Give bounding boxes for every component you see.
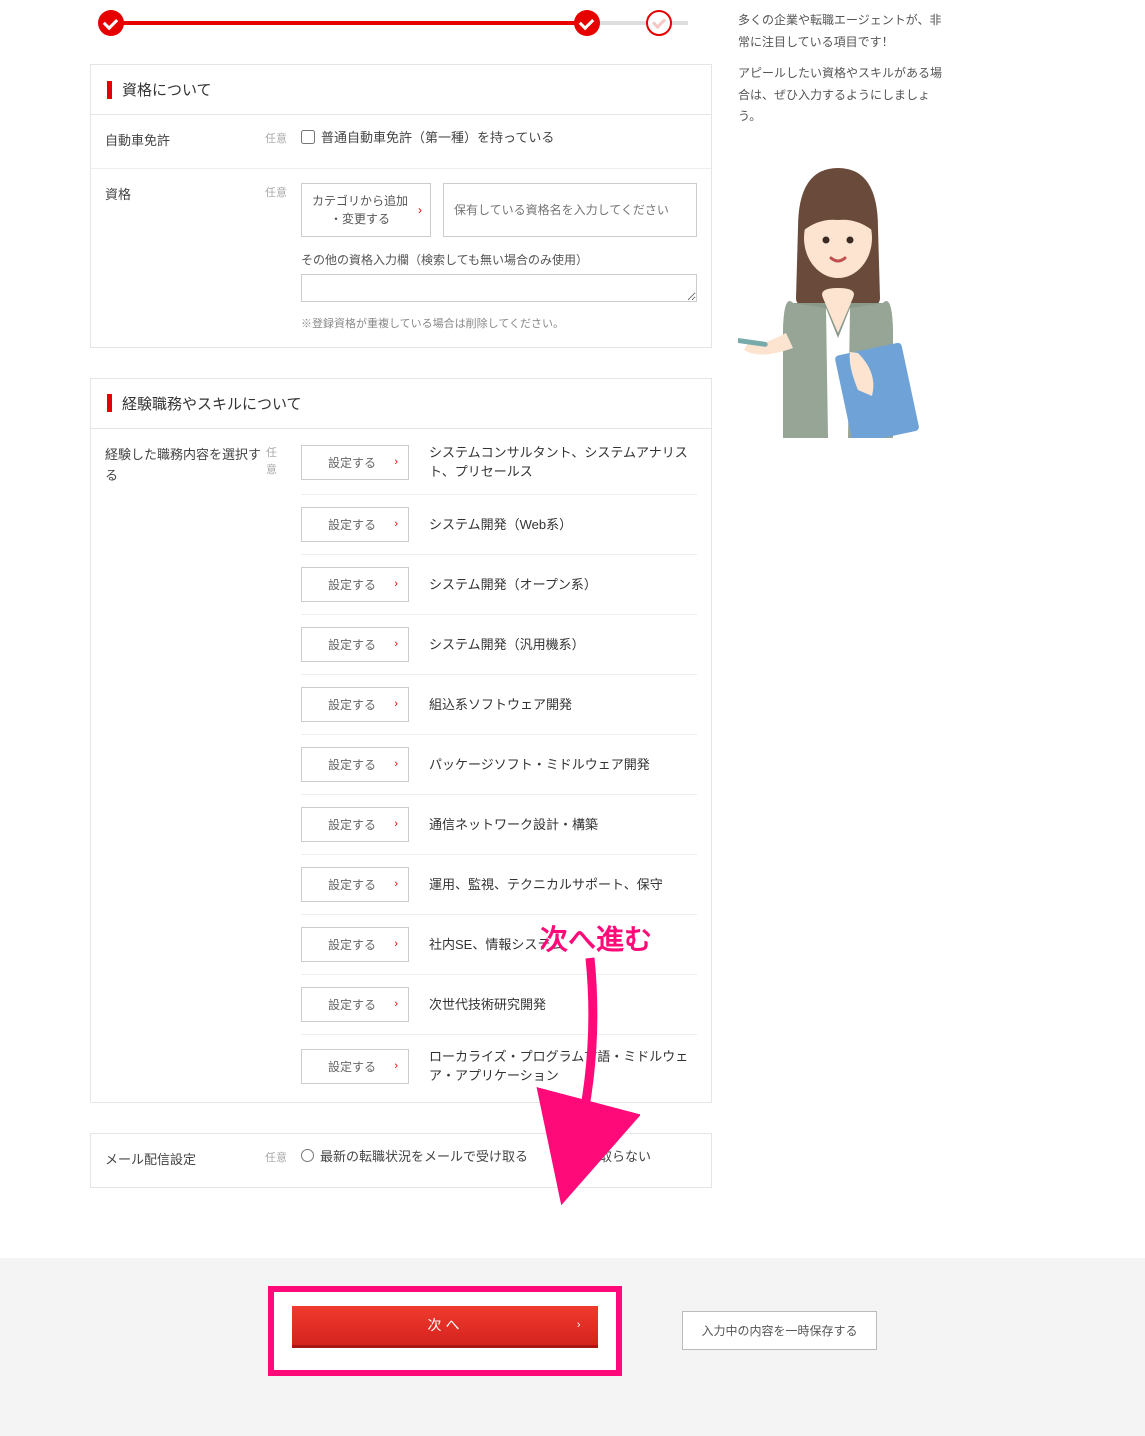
set-skill-button[interactable]: 設定する› [301,507,409,542]
skill-name: パッケージソフト・ミドルウェア開発 [429,755,697,775]
progress-step-2 [574,10,600,36]
set-skill-button[interactable]: 設定する› [301,1049,409,1084]
skills-panel: 経験職務やスキルについて 経験した職務内容を選択する 任意 設定する› システムコ… [90,378,712,1103]
chevron-right-icon: › [577,1319,585,1331]
skill-row: 設定する› 通信ネットワーク設計・構築 [301,795,697,855]
quals-label: 資格 任意 [91,169,301,347]
assistant-illustration [738,138,938,438]
chevron-right-icon: › [394,638,398,650]
license-checkbox[interactable]: 普通自動車免許（第一種）を持っている [301,127,697,146]
skills-title: 経験職務やスキルについて [122,393,302,414]
skill-row: 設定する› 運用、監視、テクニカルサポート、保守 [301,855,697,915]
chevron-right-icon: › [394,818,398,830]
main-column: 資格について 自動車免許 任意 普通自動車免許（第一種）を持っている 資格 任意 [90,10,712,1248]
skill-row: 設定する› システム開発（Web系） [301,495,697,555]
progress-step-1 [98,10,124,36]
chevron-right-icon: › [394,456,398,468]
set-skill-button[interactable]: 設定する› [301,807,409,842]
set-skill-button[interactable]: 設定する› [301,927,409,962]
other-quals-textarea[interactable] [301,274,697,302]
skill-row: 設定する› 次世代技術研究開発 [301,975,697,1035]
add-category-button[interactable]: カテゴリから追加 ・変更する › [301,183,431,237]
next-button[interactable]: 次へ › [292,1306,598,1348]
annotation-overlay: 次へ進む [90,1178,712,1248]
progress-bar [98,10,702,36]
progress-step-3 [646,10,672,36]
skill-row: 設定する› システム開発（汎用機系） [301,615,697,675]
chevron-right-icon: › [394,998,398,1010]
set-skill-button[interactable]: 設定する› [301,445,409,480]
chevron-right-icon: › [394,578,398,590]
chevron-right-icon: › [394,878,398,890]
skill-row: 設定する› 組込系ソフトウェア開発 [301,675,697,735]
skill-list: 設定する›システムコンサルタント、システムアナリスト、プリセールス設定する›シス… [301,441,697,1086]
skill-name: システムコンサルタント、システムアナリスト、プリセールス [429,443,697,482]
skill-name: システム開発（オープン系） [429,575,697,595]
license-label: 自動車免許 任意 [91,115,301,168]
save-draft-button[interactable]: 入力中の内容を一時保存する [682,1311,876,1350]
qualifications-panel: 資格について 自動車免許 任意 普通自動車免許（第一種）を持っている 資格 任意 [90,64,712,348]
skills-heading: 経験職務やスキルについて [91,379,711,429]
side-column: 多くの企業や転職エージェントが、非常に注目している項目です！ アピールしたい資格… [738,10,948,438]
side-text-2: アピールしたい資格やスキルがある場合は、ぜひ入力するようにしましょう。 [738,63,948,128]
qualifications-heading: 資格について [91,65,711,115]
skill-row: 設定する› 社内SE、情報システム [301,915,697,975]
skill-row: 設定する› システムコンサルタント、システムアナリスト、プリセールス [301,441,697,495]
footer-bar: 次へ › 入力中の内容を一時保存する [0,1258,1145,1436]
set-skill-button[interactable]: 設定する› [301,567,409,602]
set-skill-button[interactable]: 設定する› [301,867,409,902]
skill-name: ローカライズ・プログラム言語・ミドルウェア・アプリケーション [429,1047,697,1086]
chevron-right-icon: › [394,518,398,530]
side-text-1: 多くの企業や転職エージェントが、非常に注目している項目です！ [738,10,948,53]
optional-tag: 任意 [265,1150,287,1168]
optional-tag: 任意 [265,185,287,203]
skill-name: 社内SE、情報システム [429,935,697,955]
qualification-search-input[interactable] [443,183,697,237]
set-skill-button[interactable]: 設定する› [301,747,409,782]
skills-row-label: 経験した職務内容を選択する 任意 [91,429,301,1102]
skill-row: 設定する› システム開発（オープン系） [301,555,697,615]
set-skill-button[interactable]: 設定する› [301,987,409,1022]
next-highlight-box: 次へ › [268,1286,622,1376]
optional-tag: 任意 [266,445,287,480]
chevron-right-icon: › [394,698,398,710]
quals-note: ※登録資格が重複している場合は削除してください。 [301,315,697,331]
chevron-right-icon: › [418,201,422,219]
mail-label: メール配信設定 任意 [91,1134,301,1187]
chevron-right-icon: › [394,758,398,770]
optional-tag: 任意 [265,131,287,149]
set-skill-button[interactable]: 設定する› [301,627,409,662]
set-skill-button[interactable]: 設定する› [301,687,409,722]
skill-name: 次世代技術研究開発 [429,995,697,1015]
skill-row: 設定する› パッケージソフト・ミドルウェア開発 [301,735,697,795]
other-quals-label: その他の資格入力欄（検索しても無い場合のみ使用） [301,251,697,268]
mail-panel: メール配信設定 任意 最新の転職状況をメールで受け取る 受け取らない [90,1133,712,1188]
chevron-right-icon: › [394,938,398,950]
license-checkbox-input[interactable] [301,130,315,144]
mail-opt1[interactable]: 最新の転職状況をメールで受け取る [301,1146,528,1165]
skill-name: 組込系ソフトウェア開発 [429,695,697,715]
chevron-right-icon: › [394,1060,398,1072]
skill-name: システム開発（Web系） [429,515,697,535]
skill-name: システム開発（汎用機系） [429,635,697,655]
qualifications-title: 資格について [122,79,212,100]
skill-name: 運用、監視、テクニカルサポート、保守 [429,875,697,895]
mail-opt2[interactable]: 受け取らない [554,1146,651,1165]
skill-row: 設定する› ローカライズ・プログラム言語・ミドルウェア・アプリケーション [301,1035,697,1086]
skill-name: 通信ネットワーク設計・構築 [429,815,697,835]
